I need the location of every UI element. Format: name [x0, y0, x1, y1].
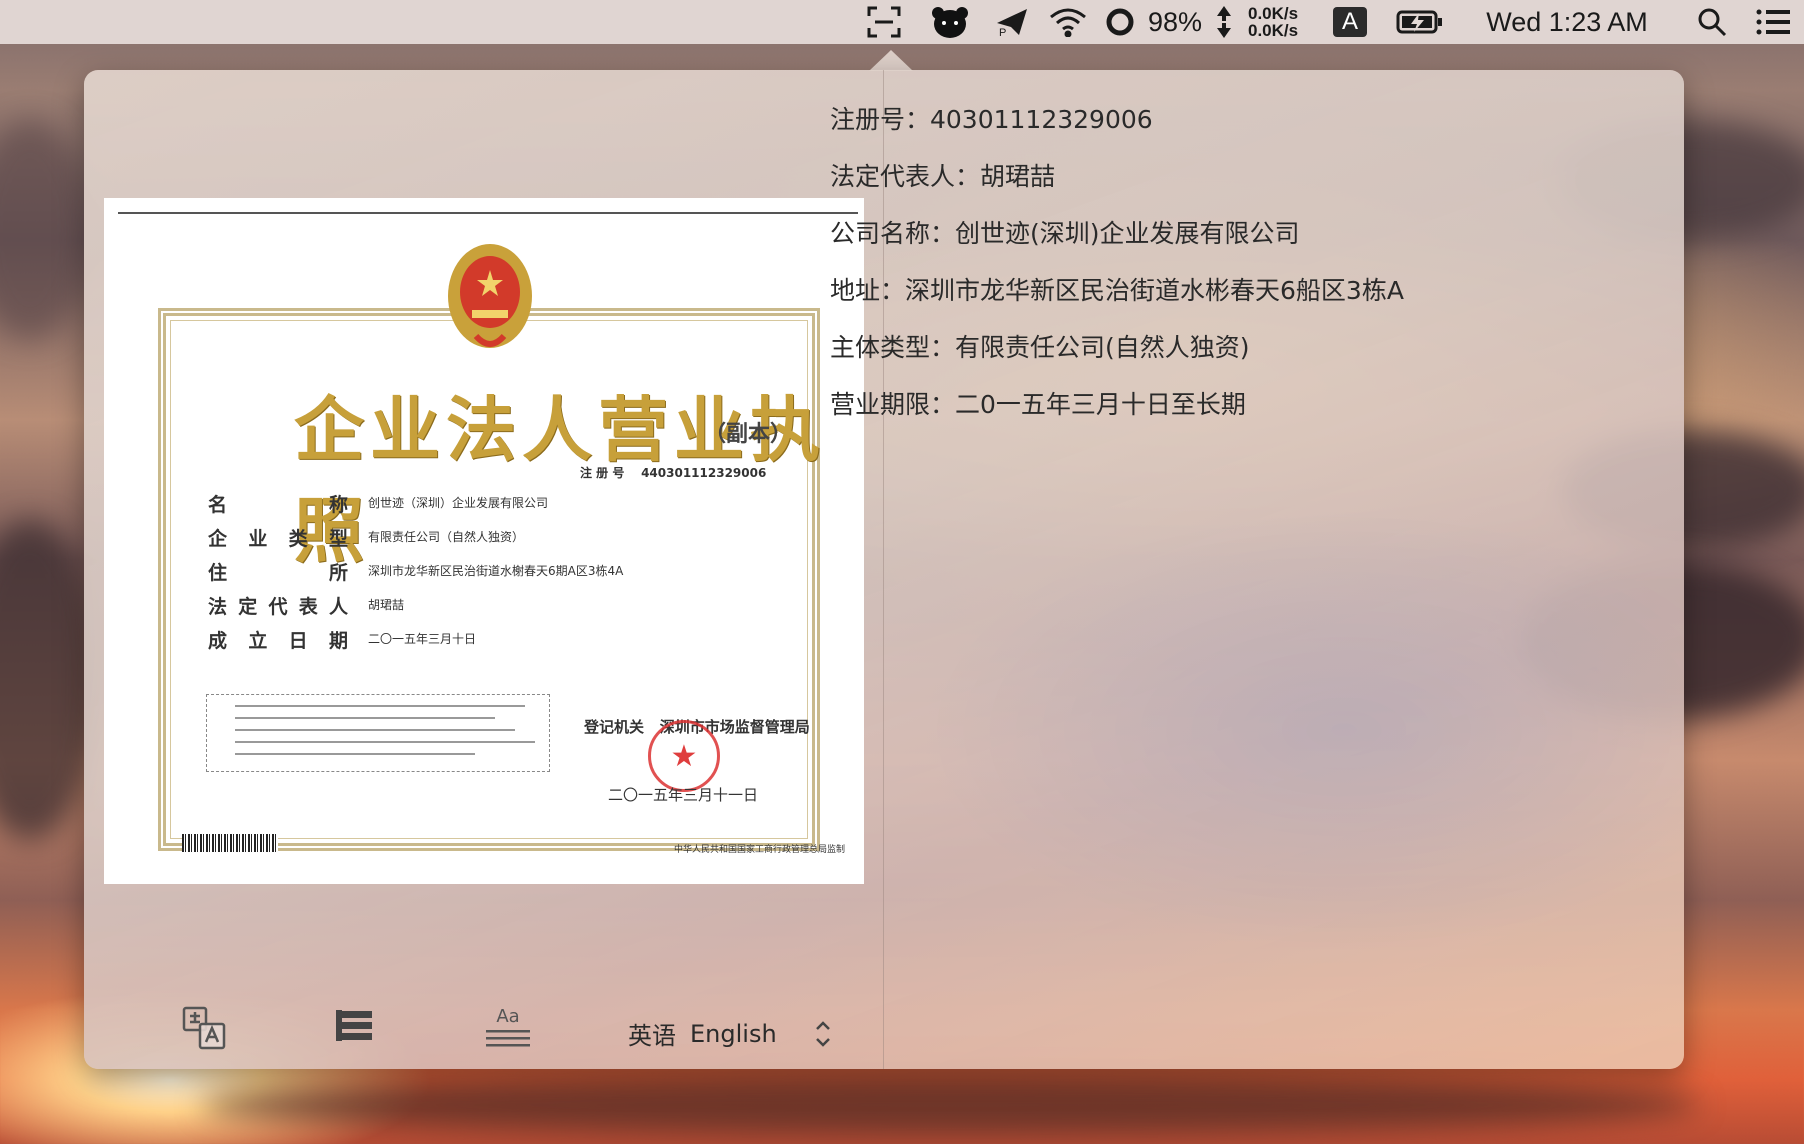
background-cloud: [200, 1075, 1700, 1135]
cert-row-value: 深圳市龙华新区民治街道水榭春天6期A区3栋4A: [368, 564, 624, 578]
screen-capture-icon[interactable]: [862, 0, 906, 44]
notification-center-icon[interactable]: [1752, 0, 1796, 44]
ocr-line[interactable]: 营业期限：二0一五年三月十日至长期: [830, 385, 1246, 421]
chevron-updown-icon: [815, 1020, 830, 1047]
net-down-speed: 0.0K/s: [1248, 21, 1299, 40]
cert-notice-box: [206, 694, 550, 772]
cert-row-label: 住所: [208, 562, 348, 584]
language-label: English: [690, 1019, 777, 1048]
cert-row-value: 有限责任公司（自然人独资）: [368, 530, 525, 544]
menu-bar: P 98% 0.0K/s 0.0K/s A Wed 1:23 AM: [0, 0, 1804, 44]
network-speed[interactable]: 0.0K/s 0.0K/s: [1248, 0, 1310, 44]
wifi-icon[interactable]: [1046, 0, 1090, 44]
ocr-line[interactable]: 公司名称：创世迹(深圳)企业发展有限公司: [830, 214, 1300, 250]
input-source-badge: A: [1333, 7, 1367, 37]
national-emblem-icon: [448, 244, 532, 348]
battery-percent[interactable]: 98%: [1146, 0, 1204, 44]
battery-charging-icon[interactable]: [1394, 0, 1446, 44]
translate-icon[interactable]: [180, 1004, 228, 1052]
notice-line: [235, 729, 515, 731]
background-cloud: [0, 120, 90, 340]
ocr-line[interactable]: 法定代表人：胡珺喆: [830, 157, 1055, 193]
popover-arrow: [869, 50, 913, 71]
business-license-image[interactable]: 企业法人营业执照 （副本） 注 册 号 440301112329006 名称 创…: [104, 198, 864, 884]
svg-text:P: P: [999, 27, 1006, 37]
paper-plane-icon[interactable]: P: [990, 0, 1034, 44]
network-arrows-icon: [1212, 0, 1236, 44]
cert-reg-label: 注 册 号: [580, 466, 625, 480]
barcode-icon: [182, 834, 278, 852]
cert-issue-date: 二〇一五年三月十一日: [608, 786, 759, 804]
ocr-line[interactable]: 地址：深圳市龙华新区民治街道水彬春天6船区3栋A: [830, 271, 1404, 307]
cert-row-value: 胡珺喆: [368, 598, 405, 612]
language-native-label: 英语: [628, 1022, 676, 1050]
cert-top-line: [118, 212, 858, 214]
menu-clock[interactable]: Wed 1:23 AM: [1474, 0, 1660, 44]
cert-authority-label: 登记机关: [584, 718, 645, 736]
cert-row-label: 企业类型: [208, 528, 348, 550]
cert-row-label: 法定代表人: [208, 596, 348, 618]
cert-reg-number: 注 册 号 440301112329006: [580, 464, 766, 481]
cert-row-label: 名称: [208, 494, 348, 516]
net-up-speed: 0.0K/s: [1248, 4, 1299, 23]
cert-title: 企业法人营业执照: [294, 388, 826, 572]
cert-reg-value: 440301112329006: [641, 466, 767, 480]
font-icon[interactable]: Aa: [484, 1004, 532, 1052]
cert-row-value: 二〇一五年三月十日: [368, 632, 477, 646]
list-icon[interactable]: [330, 1004, 378, 1052]
bear-icon[interactable]: [928, 0, 972, 44]
font-icon-label: Aa: [496, 1006, 520, 1027]
notice-line: [235, 705, 525, 707]
cert-footer: 中华人民共和国国家工商行政管理总局监制: [674, 845, 846, 855]
cert-row-value: 创世迹（深圳）企业发展有限公司: [368, 496, 549, 510]
official-seal-icon: ★: [648, 720, 720, 792]
cert-row-label: 成立日期: [208, 630, 348, 652]
ocr-line[interactable]: 注册号：40301112329006: [830, 100, 1153, 136]
notice-line: [235, 717, 495, 719]
language-selector[interactable]: 英语 English: [628, 1016, 833, 1051]
input-source-indicator[interactable]: A: [1330, 0, 1370, 44]
notice-line: [235, 753, 475, 755]
notice-line: [235, 741, 535, 743]
spotlight-search-icon[interactable]: [1692, 0, 1732, 44]
battery-ring-icon[interactable]: [1102, 0, 1138, 44]
cert-subtitle: （副本）: [704, 421, 793, 447]
ocr-line[interactable]: 主体类型：有限责任公司(自然人独资): [830, 328, 1250, 364]
